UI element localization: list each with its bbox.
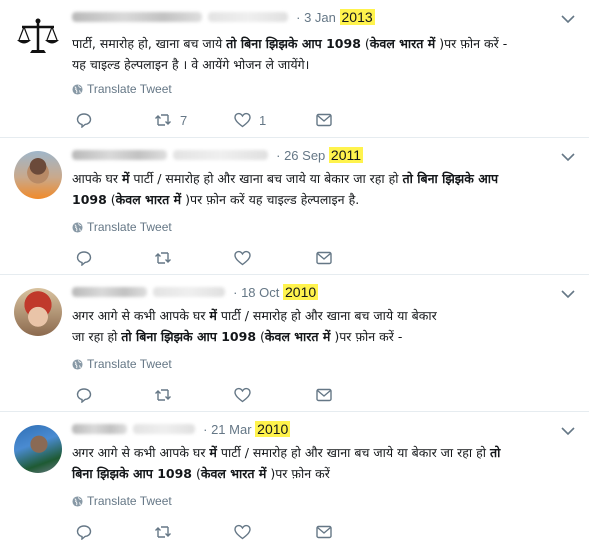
tweet-date[interactable]: · 26 Sep 2011 bbox=[276, 147, 364, 163]
blurred-display-name[interactable] bbox=[72, 424, 127, 434]
tweet-date[interactable]: · 18 Oct 2010 bbox=[233, 284, 319, 300]
reply-button[interactable] bbox=[76, 524, 154, 540]
tweet-header: · 21 Mar 2010 bbox=[72, 421, 291, 439]
message-icon bbox=[316, 388, 332, 402]
like-count: 1 bbox=[259, 112, 267, 128]
like-icon bbox=[234, 112, 251, 128]
highlighted-year: 2011 bbox=[328, 147, 364, 163]
translate-tweet-link[interactable]: Translate Tweet bbox=[72, 357, 172, 371]
tweet-date[interactable]: · 21 Mar 2010 bbox=[203, 421, 291, 437]
blurred-handle[interactable] bbox=[153, 287, 225, 297]
message-button[interactable] bbox=[316, 525, 332, 539]
retweet-icon bbox=[155, 252, 171, 264]
reply-button[interactable] bbox=[76, 250, 154, 266]
tweet-text: पार्टी, समारोह हो, खाना बच जाये तो बिना … bbox=[72, 36, 508, 72]
translate-tweet-link[interactable]: Translate Tweet bbox=[72, 494, 172, 508]
tweet-feed: · 3 Jan 2013 पार्टी, समारोह हो, खाना बच … bbox=[0, 0, 589, 548]
highlighted-year: 2010 bbox=[283, 284, 319, 300]
like-button[interactable]: 1 bbox=[234, 112, 316, 128]
globe-icon bbox=[72, 221, 83, 233]
tweet-text: अगर आगे से कभी आपके घर में पार्टी / समार… bbox=[72, 445, 501, 481]
avatar[interactable] bbox=[14, 151, 62, 199]
blurred-display-name[interactable] bbox=[72, 12, 202, 22]
tweet-2[interactable]: · 26 Sep 2011 आपके घर में पार्टी / समारो… bbox=[0, 137, 589, 275]
tweet-actions bbox=[76, 387, 332, 403]
retweet-button[interactable] bbox=[154, 524, 234, 540]
reply-icon bbox=[76, 113, 92, 128]
justice-scales-icon bbox=[17, 18, 59, 53]
blurred-handle[interactable] bbox=[133, 424, 195, 434]
blurred-handle[interactable] bbox=[173, 150, 268, 160]
retweet-button[interactable]: 7 bbox=[154, 112, 234, 128]
like-button[interactable] bbox=[234, 524, 316, 540]
tweet-3[interactable]: · 18 Oct 2010 अगर आगे से कभी आपके घर में… bbox=[0, 274, 589, 412]
chevron-down-icon[interactable] bbox=[561, 289, 575, 299]
avatar-justice-scales-icon[interactable] bbox=[14, 13, 62, 61]
tweet-date[interactable]: · 3 Jan 2013 bbox=[296, 9, 375, 25]
retweet-icon bbox=[155, 526, 171, 538]
chevron-down-icon[interactable] bbox=[561, 152, 575, 162]
blurred-display-name[interactable] bbox=[72, 150, 167, 160]
highlighted-year: 2013 bbox=[339, 9, 375, 25]
tweet-text: अगर आगे से कभी आपके घर में पार्टी / समार… bbox=[72, 308, 437, 344]
tweet-text: आपके घर में पार्टी / समारोह हो और खाना ब… bbox=[72, 171, 499, 207]
reply-icon bbox=[76, 525, 92, 540]
reply-button[interactable] bbox=[76, 387, 154, 403]
tweet-actions: 7 1 bbox=[76, 112, 332, 128]
message-button[interactable] bbox=[316, 388, 332, 402]
tweet-header: · 18 Oct 2010 bbox=[72, 284, 319, 302]
tweet-header: · 3 Jan 2013 bbox=[72, 9, 375, 27]
message-icon bbox=[316, 251, 332, 265]
globe-icon bbox=[72, 495, 83, 507]
chevron-down-icon[interactable] bbox=[561, 426, 575, 436]
like-icon bbox=[234, 387, 251, 403]
like-button[interactable] bbox=[234, 250, 316, 266]
like-icon bbox=[234, 524, 251, 540]
reply-icon bbox=[76, 388, 92, 403]
retweet-icon bbox=[155, 114, 171, 126]
tweet-header: · 26 Sep 2011 bbox=[72, 147, 364, 165]
message-button[interactable] bbox=[316, 113, 332, 127]
tweet-actions bbox=[76, 524, 332, 540]
avatar[interactable] bbox=[14, 288, 62, 336]
like-button[interactable] bbox=[234, 387, 316, 403]
reply-button[interactable] bbox=[76, 112, 154, 128]
message-icon bbox=[316, 525, 332, 539]
chevron-down-icon[interactable] bbox=[561, 14, 575, 24]
tweet-1[interactable]: · 3 Jan 2013 पार्टी, समारोह हो, खाना बच … bbox=[0, 0, 589, 137]
tweet-actions bbox=[76, 250, 332, 266]
globe-icon bbox=[72, 83, 83, 95]
message-icon bbox=[316, 113, 332, 127]
highlighted-year: 2010 bbox=[255, 421, 291, 437]
globe-icon bbox=[72, 358, 83, 370]
retweet-button[interactable] bbox=[154, 250, 234, 266]
message-button[interactable] bbox=[316, 251, 332, 265]
blurred-display-name[interactable] bbox=[72, 287, 147, 297]
like-icon bbox=[234, 250, 251, 266]
avatar[interactable] bbox=[14, 425, 62, 473]
blurred-handle[interactable] bbox=[208, 12, 288, 22]
reply-icon bbox=[76, 251, 92, 266]
retweet-count: 7 bbox=[180, 112, 188, 128]
tweet-4[interactable]: · 21 Mar 2010 अगर आगे से कभी आपके घर में… bbox=[0, 411, 589, 549]
retweet-icon bbox=[155, 389, 171, 401]
translate-tweet-link[interactable]: Translate Tweet bbox=[72, 82, 172, 96]
translate-tweet-link[interactable]: Translate Tweet bbox=[72, 220, 172, 234]
retweet-button[interactable] bbox=[154, 387, 234, 403]
